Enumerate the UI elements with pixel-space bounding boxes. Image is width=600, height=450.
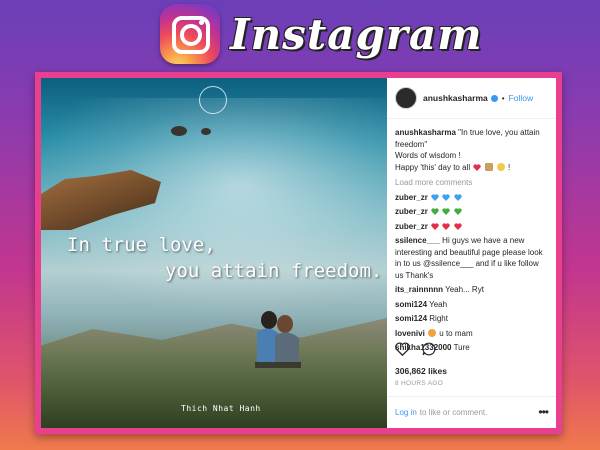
quote-line-1: In true love, [67, 234, 216, 256]
comment-item: zuber_zr [395, 206, 548, 218]
comment-text: Ture [453, 343, 470, 352]
caption-line-2: Words of wisdom ! [395, 151, 461, 160]
comment-item: lovenivi u to mam [395, 328, 548, 340]
comment-item: somi124 Yeah [395, 299, 548, 311]
comment-username[interactable]: zuber_zr [395, 193, 428, 202]
comment-text: u to mam [439, 328, 473, 338]
post-side-panel: anushkasharma • Follow anushkasharma "In… [387, 78, 556, 428]
login-prompt-text: to like or comment. [419, 408, 488, 417]
comment-item: somi124 Right [395, 313, 548, 325]
login-link[interactable]: Log in [395, 408, 417, 417]
comment-item: zuber_zr [395, 192, 548, 204]
caption: anushkasharma "In true love, you attain … [395, 128, 540, 172]
red-heart-icon [431, 223, 439, 230]
comment-item: zuber_zr [395, 221, 548, 233]
quote-line-2: you attain freedom. [165, 260, 383, 282]
comment-icon[interactable] [422, 342, 436, 356]
green-heart-icon [442, 208, 451, 216]
comment-text: Right [429, 314, 448, 323]
people-emoji-icon [496, 163, 505, 172]
comment-text: Yeah [429, 299, 448, 309]
post-timestamp: 8 HOURS AGO [395, 380, 444, 387]
red-heart-icon [442, 223, 451, 230]
load-more-comments-link[interactable]: Load more comments [395, 177, 548, 189]
post-actions [395, 342, 436, 356]
verified-badge-icon [490, 94, 498, 102]
green-heart-icon [431, 208, 439, 216]
emoji-icon [428, 329, 437, 338]
heart-icon[interactable] [395, 342, 410, 356]
heart-emoji-icon [473, 164, 481, 171]
comment-username[interactable]: zuber_zr [395, 207, 428, 216]
couple-illustration [255, 311, 301, 368]
comment-username[interactable]: zuber_zr [395, 222, 428, 231]
blue-heart-icon [431, 194, 439, 201]
quote-credit: Thich Nhat Hanh [181, 404, 261, 413]
red-heart-icon [453, 223, 462, 230]
comment-text: Yeah... Ryt [445, 285, 484, 294]
comment-username[interactable]: ssilence___ [395, 236, 440, 245]
post-header: anushkasharma • Follow [387, 78, 556, 119]
avatar[interactable] [395, 87, 417, 109]
caption-line-3: Happy 'this' day to all [395, 162, 471, 172]
header-username[interactable]: anushkasharma [423, 93, 488, 103]
instagram-wordmark: Instagram [230, 9, 483, 59]
header-separator: • [501, 93, 505, 103]
comment-username[interactable]: somi124 [395, 300, 427, 309]
comment-item: ssilence___ Hi guys we have a new intere… [395, 235, 548, 281]
login-footer: Log in to like or comment. ••• [387, 396, 556, 428]
more-options-icon[interactable]: ••• [538, 405, 549, 419]
instagram-logo-icon [160, 4, 220, 64]
comment-username[interactable]: its_rainnnnn [395, 285, 443, 294]
blue-heart-icon [442, 194, 451, 201]
instagram-brand: Instagram [160, 2, 483, 66]
watermark-icon [199, 86, 227, 114]
post-image[interactable]: In true love, you attain freedom. Thich … [41, 78, 387, 428]
comments-section: anushkasharma "In true love, you attain … [387, 119, 556, 354]
post-frame: In true love, you attain freedom. Thich … [35, 72, 562, 434]
comment-username[interactable]: lovenivi [395, 329, 425, 338]
green-heart-icon [453, 208, 462, 216]
comment-item: its_rainnnnn Yeah... Ryt [395, 284, 548, 296]
comment-username[interactable]: somi124 [395, 314, 427, 323]
house-emoji-icon [484, 163, 493, 172]
caption-username[interactable]: anushkasharma [395, 128, 456, 137]
post-card: In true love, you attain freedom. Thich … [41, 78, 556, 428]
blue-heart-icon [453, 194, 462, 201]
likes-count[interactable]: 306,862 likes [395, 366, 447, 376]
follow-button[interactable]: Follow [509, 93, 534, 103]
